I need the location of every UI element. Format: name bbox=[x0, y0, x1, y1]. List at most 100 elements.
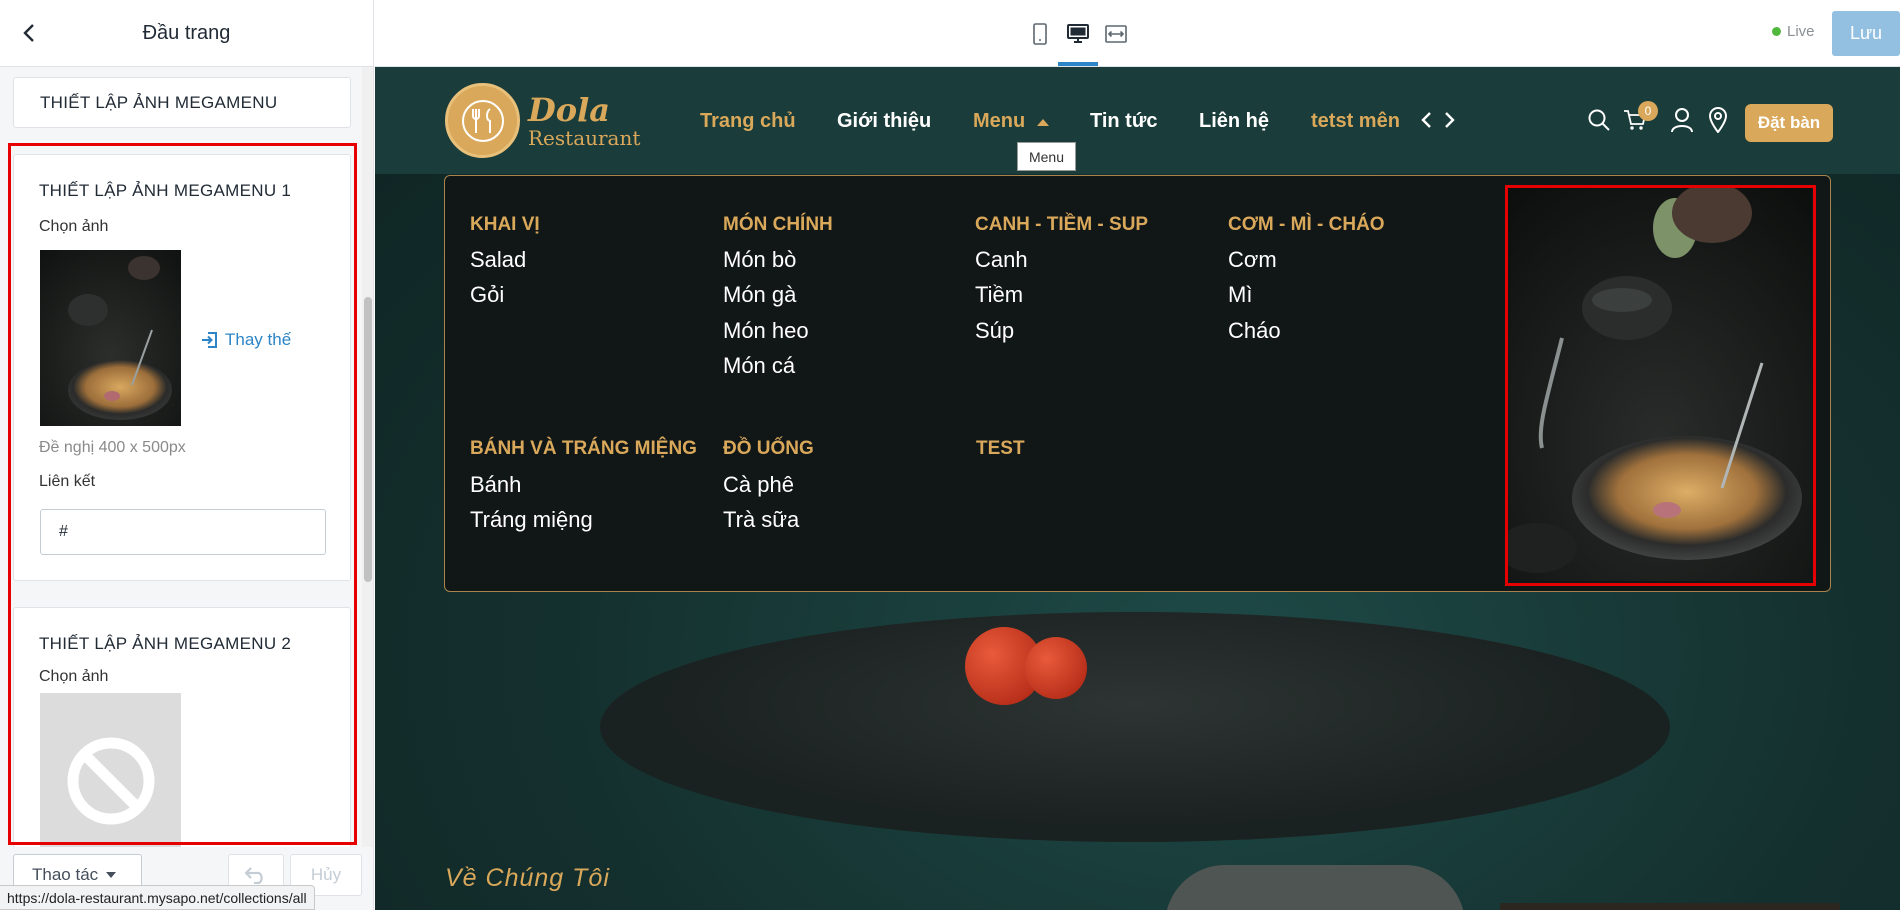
image-thumbnail[interactable] bbox=[40, 250, 181, 426]
menu-item[interactable]: Canh bbox=[975, 247, 1028, 273]
menu-item[interactable]: Món bò bbox=[723, 247, 796, 273]
editor-window: Đầu trang THIẾT LẬP ẢNH MEGAMENU THIẾT L… bbox=[0, 0, 1900, 910]
search-icon bbox=[1588, 109, 1610, 131]
menu-item[interactable]: Cơm bbox=[1228, 247, 1277, 273]
live-status: Live bbox=[1772, 23, 1815, 40]
caret-down-icon bbox=[106, 872, 117, 878]
category-rice-noodles[interactable]: CƠM - MÌ - CHÁO bbox=[1228, 214, 1385, 236]
logo-restaurant: Restaurant bbox=[528, 125, 641, 150]
category-appetizers[interactable]: KHAI VỊ bbox=[470, 214, 540, 236]
nav-test[interactable]: tetst mên bbox=[1311, 110, 1400, 133]
status-url: https://dola-restaurant.mysapo.net/colle… bbox=[0, 885, 315, 910]
actions-label: Thao tác bbox=[32, 865, 99, 884]
logo-dola: Dola bbox=[528, 90, 610, 129]
megamenu-image-2-card: THIẾT LẬP ẢNH MEGAMENU 2 Chọn ảnh bbox=[13, 607, 351, 847]
choose-image-label: Chọn ảnh bbox=[39, 218, 109, 235]
menu-item[interactable]: Gỏi bbox=[470, 282, 504, 308]
settings-sidebar: Đầu trang THIẾT LẬP ẢNH MEGAMENU THIẾT L… bbox=[0, 0, 374, 910]
menu-item[interactable]: Món heo bbox=[723, 318, 809, 344]
expand-width-icon bbox=[1105, 25, 1127, 43]
empty-image-slot[interactable] bbox=[40, 693, 181, 847]
menu-item[interactable]: Món gà bbox=[723, 282, 796, 308]
nav-home[interactable]: Trang chủ bbox=[700, 110, 796, 133]
pasta-photo bbox=[40, 250, 181, 426]
search-button[interactable] bbox=[1584, 105, 1614, 135]
menu-item[interactable]: Súp bbox=[975, 318, 1014, 344]
live-dot-icon bbox=[1772, 27, 1781, 36]
size-hint: Đề nghị 400 x 500px bbox=[39, 439, 186, 456]
menu-item[interactable]: Món cá bbox=[723, 353, 795, 379]
about-photo bbox=[1165, 865, 1465, 910]
about-heading: Về Chúng Tôi bbox=[445, 864, 610, 892]
mobile-icon bbox=[1033, 23, 1047, 45]
site-logo[interactable]: Dola Restaurant bbox=[445, 83, 640, 158]
replace-image-button[interactable]: Thay thế bbox=[201, 330, 291, 350]
menu-item[interactable]: Bánh bbox=[470, 472, 521, 498]
user-icon bbox=[1671, 108, 1693, 133]
editor-toolbar: Live Lưu bbox=[375, 0, 1900, 67]
hero-plate-photo bbox=[600, 612, 1670, 842]
account-button[interactable] bbox=[1667, 105, 1697, 135]
scrollbar-thumb[interactable] bbox=[364, 297, 372, 582]
restaurant-logo-icon bbox=[445, 83, 520, 158]
megamenu-image-1-card: THIẾT LẬP ẢNH MEGAMENU 1 Chọn ảnh Thay t… bbox=[13, 154, 351, 581]
menu-item[interactable]: Cà phê bbox=[723, 472, 794, 498]
replace-label: Thay thế bbox=[225, 330, 292, 349]
nav-contact[interactable]: Liên hệ bbox=[1199, 110, 1269, 133]
menu-item[interactable]: Cháo bbox=[1228, 318, 1281, 344]
nav-next-button[interactable] bbox=[1435, 105, 1465, 135]
section-title: THIẾT LẬP ẢNH MEGAMENU 2 bbox=[39, 634, 292, 653]
menu-item[interactable]: Trà sữa bbox=[723, 507, 799, 533]
megamenu-image[interactable] bbox=[1507, 188, 1812, 581]
map-pin-icon bbox=[1708, 107, 1728, 133]
menu-item[interactable]: Tiềm bbox=[975, 282, 1023, 308]
caret-up-icon bbox=[1036, 118, 1049, 126]
site-header: Dola Restaurant Trang chủ Giới thiệu Men… bbox=[375, 67, 1900, 174]
menu-tooltip: Menu bbox=[1017, 142, 1076, 171]
about-photo bbox=[1500, 903, 1840, 910]
site-preview: Về Chúng Tôi Dola Restaurant Trang chủ G… bbox=[375, 67, 1900, 910]
category-desserts[interactable]: BÁNH VÀ TRÁNG MIỆNG bbox=[470, 438, 697, 460]
active-view-indicator bbox=[1058, 62, 1098, 66]
category-drinks[interactable]: ĐỒ UỐNG bbox=[723, 438, 814, 460]
category-soups[interactable]: CANH - TIỀM - SUP bbox=[975, 214, 1148, 236]
nav-about[interactable]: Giới thiệu bbox=[837, 110, 931, 133]
pasta-photo bbox=[1507, 188, 1812, 581]
sidebar-header: Đầu trang bbox=[0, 0, 373, 67]
mega-menu: KHAI VỊ Salad Gỏi MÓN CHÍNH Món bò Món g… bbox=[444, 175, 1831, 592]
back-button[interactable] bbox=[14, 18, 44, 48]
desktop-icon bbox=[1067, 24, 1089, 43]
nav-menu-label: Menu bbox=[973, 110, 1026, 132]
category-main-dishes[interactable]: MÓN CHÍNH bbox=[723, 214, 833, 236]
sidebar-body: THIẾT LẬP ẢNH MEGAMENU THIẾT LẬP ẢNH MEG… bbox=[0, 67, 362, 847]
save-button[interactable]: Lưu bbox=[1832, 11, 1900, 56]
choose-image-label: Chọn ảnh bbox=[39, 668, 109, 685]
logo-text: Dola Restaurant bbox=[528, 94, 640, 148]
link-label: Liên kết bbox=[39, 473, 96, 490]
chevron-left-icon bbox=[23, 24, 34, 42]
no-image-icon bbox=[67, 737, 154, 825]
mobile-view-button[interactable] bbox=[1024, 18, 1056, 50]
menu-item[interactable]: Mì bbox=[1228, 282, 1252, 308]
undo-icon bbox=[245, 867, 263, 884]
chevron-left-icon bbox=[1421, 112, 1431, 128]
menu-item[interactable]: Tráng miệng bbox=[470, 507, 593, 533]
nav-menu[interactable]: Menu bbox=[973, 110, 1049, 133]
sidebar-title: Đầu trang bbox=[142, 21, 231, 44]
section-title: THIẾT LẬP ẢNH MEGAMENU 1 bbox=[39, 181, 292, 200]
sidebar-scrollbar[interactable] bbox=[362, 67, 373, 847]
book-table-button[interactable]: Đặt bàn bbox=[1745, 104, 1833, 142]
cutlery-icon bbox=[461, 99, 504, 142]
menu-item[interactable]: Salad bbox=[470, 247, 526, 273]
fullwidth-view-button[interactable] bbox=[1100, 18, 1132, 50]
replace-icon bbox=[202, 332, 217, 348]
live-label: Live bbox=[1787, 23, 1815, 40]
link-input[interactable] bbox=[40, 509, 326, 555]
chevron-right-icon bbox=[1445, 112, 1455, 128]
tomato-decoration bbox=[1025, 637, 1087, 699]
category-test[interactable]: TEST bbox=[976, 438, 1025, 460]
megamenu-image-section-toggle[interactable]: THIẾT LẬP ẢNH MEGAMENU bbox=[13, 77, 351, 128]
nav-news[interactable]: Tin tức bbox=[1090, 110, 1157, 133]
desktop-view-button[interactable] bbox=[1062, 18, 1094, 50]
location-button[interactable] bbox=[1703, 105, 1733, 135]
